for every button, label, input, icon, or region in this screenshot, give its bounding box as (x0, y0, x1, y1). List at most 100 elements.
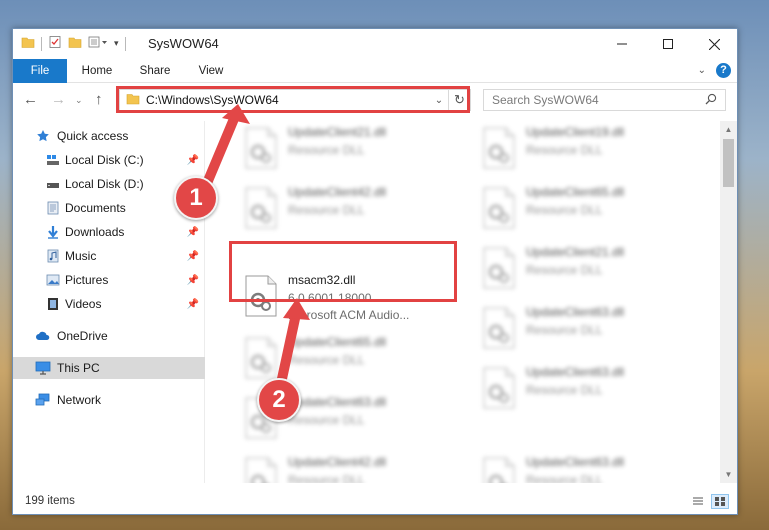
sidebar-item-pictures[interactable]: Pictures 📌 (13, 269, 205, 291)
videos-icon (45, 296, 61, 312)
sidebar-item-quick-access[interactable]: Quick access (13, 125, 205, 147)
sidebar-item-label: This PC (57, 361, 100, 375)
sidebar-item-network[interactable]: Network (13, 389, 205, 411)
sidebar-item-label: Local Disk (C:) (65, 153, 144, 167)
cloud-icon (35, 328, 51, 344)
scroll-up-arrow-icon[interactable]: ▲ (720, 121, 737, 138)
sidebar-item-label: Documents (65, 201, 126, 215)
up-arrow-icon[interactable]: ↑ (95, 91, 103, 108)
computer-icon (35, 360, 51, 376)
search-box[interactable] (483, 89, 726, 111)
sidebar-item-label: OneDrive (57, 329, 108, 343)
toolbar-dropdown-icon[interactable]: ▾ (114, 38, 119, 49)
music-icon (45, 248, 61, 264)
search-icon[interactable] (705, 93, 717, 108)
tab-home[interactable]: Home (73, 59, 121, 83)
customize-toolbar-icon[interactable] (88, 35, 108, 52)
maximize-button[interactable] (645, 29, 691, 59)
minimize-button[interactable] (599, 29, 645, 59)
file-item[interactable]: UpdateClient63.dll Resource DLL (474, 361, 704, 415)
sidebar-item-videos[interactable]: Videos 📌 (13, 293, 205, 315)
tab-share[interactable]: Share (129, 59, 181, 83)
file-name: UpdateClient21.dll (526, 245, 625, 259)
file-type: Resource DLL (526, 263, 603, 277)
new-folder-icon[interactable] (68, 35, 82, 52)
file-type: Resource DLL (526, 143, 603, 157)
pin-icon[interactable]: 📌 (187, 299, 199, 310)
status-bar: 199 items (13, 489, 737, 514)
back-arrow-icon[interactable]: ← (23, 91, 38, 108)
toolbar-separator (124, 36, 126, 51)
close-button[interactable] (691, 29, 737, 59)
details-view-icon[interactable] (689, 494, 707, 509)
recent-locations-icon[interactable]: ⌄ (75, 95, 83, 106)
file-item[interactable]: UpdateClient63.dll Resource DLL (474, 301, 704, 355)
sidebar-item-label: Music (65, 249, 97, 263)
navigation-pane: Quick access Local Disk (C:) 📌 Local Dis… (13, 121, 205, 483)
file-item[interactable]: UpdateClient65.dll Resource DLL (474, 181, 704, 235)
vertical-scrollbar[interactable]: ▲ ▼ (720, 121, 737, 483)
sidebar-item-onedrive[interactable]: OneDrive (13, 325, 205, 347)
forward-arrow-icon[interactable]: → (51, 91, 66, 108)
file-name: UpdateClient19.dll (526, 125, 625, 139)
file-name: UpdateClient65.dll (288, 335, 387, 349)
file-name: UpdateClient63.dll (526, 365, 625, 379)
sidebar-item-music[interactable]: Music 📌 (13, 245, 205, 267)
large-icons-view-icon[interactable] (711, 494, 729, 509)
dll-file-icon (245, 457, 277, 483)
file-item[interactable]: UpdateClient19.dll Resource DLL (474, 121, 704, 175)
file-item[interactable]: UpdateClient21.dll Resource DLL (474, 241, 704, 295)
file-item[interactable]: UpdateClient42.dll Resource DLL (236, 451, 466, 483)
file-type: Resource DLL (526, 323, 603, 337)
pin-icon[interactable]: 📌 (187, 155, 199, 166)
scrollbar-thumb[interactable] (723, 139, 734, 187)
sidebar-item-label: Quick access (57, 129, 129, 143)
file-item[interactable]: UpdateClient42.dll Resource DLL (236, 181, 466, 235)
drive-icon (45, 152, 61, 168)
tab-file[interactable]: File (13, 59, 67, 83)
dll-file-icon (483, 247, 515, 289)
sidebar-item-local-disk-c[interactable]: Local Disk (C:) 📌 (13, 149, 205, 171)
sidebar-item-label: Downloads (65, 225, 125, 239)
view-switcher (689, 494, 729, 509)
file-item[interactable]: UpdateClient63.dll Resource DLL (474, 451, 704, 483)
file-name: UpdateClient65.dll (526, 185, 625, 199)
dll-file-icon (245, 127, 277, 169)
file-type: Resource DLL (526, 203, 603, 217)
pin-icon[interactable]: 📌 (187, 227, 199, 238)
dll-file-icon (483, 307, 515, 349)
file-item[interactable]: UpdateClient21.dll Resource DLL (236, 121, 466, 175)
sidebar-item-downloads[interactable]: Downloads 📌 (13, 221, 205, 243)
sidebar-item-label: Local Disk (D:) (65, 177, 144, 191)
scroll-down-arrow-icon[interactable]: ▼ (720, 466, 737, 483)
file-item[interactable]: UpdateClient65.dll Resource DLL (236, 331, 466, 385)
dll-file-icon (483, 127, 515, 169)
file-name: UpdateClient21.dll (288, 125, 387, 139)
window-controls (599, 29, 737, 59)
folder-icon (21, 35, 35, 52)
expand-ribbon-icon[interactable]: ⌄ (698, 65, 706, 76)
dll-file-icon (245, 187, 277, 229)
search-input[interactable] (492, 93, 692, 107)
help-icon[interactable]: ? (716, 63, 731, 78)
drive-icon (45, 176, 61, 192)
pin-icon[interactable]: 📌 (187, 251, 199, 262)
file-type: Resource DLL (288, 353, 365, 367)
step-2-callout: 2 (257, 378, 301, 422)
file-highlight (229, 241, 457, 302)
address-bar-highlight (116, 86, 470, 113)
item-count: 199 items (25, 495, 75, 507)
network-icon (35, 392, 51, 408)
file-type: Resource DLL (288, 413, 365, 427)
file-name: UpdateClient42.dll (288, 185, 387, 199)
file-name: UpdateClient63.dll (526, 455, 625, 469)
dll-file-icon (483, 187, 515, 229)
properties-icon[interactable] (48, 35, 62, 52)
toolbar-separator (41, 36, 42, 51)
file-type: Resource DLL (288, 203, 365, 217)
tab-view[interactable]: View (189, 59, 233, 83)
pictures-icon (45, 272, 61, 288)
sidebar-item-this-pc[interactable]: This PC (13, 357, 205, 379)
title-bar: ▾ SysWOW64 (13, 29, 737, 59)
pin-icon[interactable]: 📌 (187, 275, 199, 286)
